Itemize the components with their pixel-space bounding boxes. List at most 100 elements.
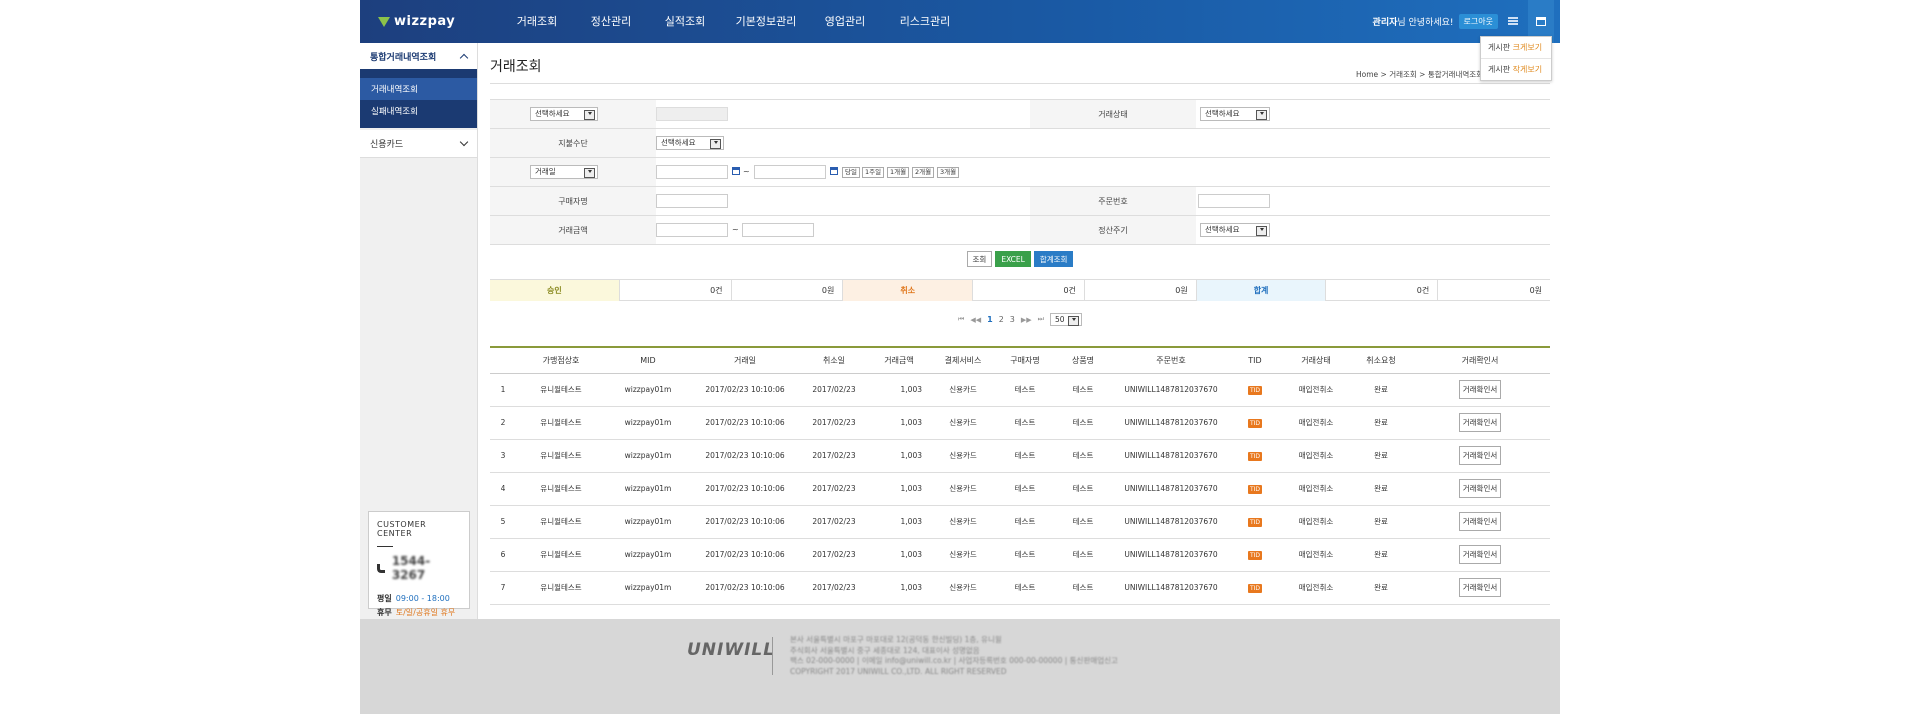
period-1week-button[interactable]: 1주일 [862,167,885,178]
cancel-count: 0건 [973,280,1085,301]
period-3month-button[interactable]: 3개월 [937,167,960,178]
settle-select[interactable]: 선택하세요 [1200,223,1270,237]
start-date-input[interactable] [656,165,728,179]
tid-badge[interactable]: TID [1247,484,1263,494]
prev-page-icon[interactable]: ◀◀ [970,316,981,324]
confirmation-button[interactable]: 거래확인서 [1458,446,1502,465]
sidebar-submenu: 거래내역조회 실패내역조회 [360,72,477,128]
cell-amount: 1,003 [868,439,930,473]
dropdown-item-large[interactable]: 게시판 크게보기 [1481,37,1551,59]
excel-button[interactable]: EXCEL [995,251,1031,267]
page-size-select[interactable]: 50 [1049,313,1082,326]
cell-order: UNIWILL1487812037670 [1112,505,1230,539]
calendar-icon[interactable] [732,167,740,175]
period-2month-button[interactable]: 2개월 [912,167,935,178]
date-type-select[interactable]: 거래일 [530,165,598,179]
tid-badge[interactable]: TID [1247,418,1263,428]
first-page-icon[interactable]: ⏮ [958,315,964,324]
cell-order: UNIWILL1487812037670 [1112,406,1230,440]
confirmation-button[interactable]: 거래확인서 [1458,578,1502,597]
column-header [490,348,516,374]
cell-doc: 거래확인서 [1410,571,1550,605]
period-1month-button[interactable]: 1개월 [887,167,910,178]
cell-service: 신용카드 [930,472,996,506]
amount-min-input[interactable] [656,223,728,237]
total-count: 0건 [1326,280,1439,301]
cell-no: 7 [490,571,516,605]
nav-sales[interactable]: 영업관리 [810,0,880,43]
cell-doc: 거래확인서 [1410,472,1550,506]
cell-cancel: 2017/02/23 [800,406,868,440]
nav-basic-info[interactable]: 기본정보관리 [722,0,810,43]
status-label: 거래상태 [1030,100,1196,128]
dropdown-item-small[interactable]: 게시판 작게보기 [1481,59,1551,80]
page-1[interactable]: 1 [987,315,993,324]
cell-status: 매입전취소 [1280,439,1352,473]
table-row[interactable]: 2 유니윌테스트 wizzpay01m 2017/02/23 10:10:06 2017… [490,406,1550,440]
customer-center: CUSTOMER CENTER 1544-3267 평일 09:00 - 18:0… [368,511,470,617]
table-row[interactable]: 7 유니윌테스트 wizzpay01m 2017/02/23 10:10:06 2017… [490,571,1550,605]
nav-risk[interactable]: 리스크관리 [880,0,970,43]
amount-label: 거래금액 [490,216,656,244]
tid-badge[interactable]: TID [1247,451,1263,461]
cell-service: 신용카드 [930,406,996,440]
cell-mid: wizzpay01m [606,571,690,605]
total-search-button[interactable]: 합계조회 [1033,251,1074,267]
sidebar-item-credit-card[interactable]: 신용카드 [360,130,477,158]
cell-tid: TID [1230,571,1280,605]
cell-req: 완료 [1352,406,1410,440]
buyer-input[interactable] [656,194,728,208]
payment-select[interactable]: 선택하세요 [656,136,724,150]
cell-amount: 1,003 [868,571,930,605]
cell-service: 신용카드 [930,538,996,572]
cell-amount: 1,003 [868,505,930,539]
buyer-label: 구매자명 [490,187,656,215]
nav-performance[interactable]: 실적조회 [648,0,722,43]
cell-cancel: 2017/02/23 [800,472,868,506]
calendar-icon[interactable] [830,167,838,175]
confirmation-button[interactable]: 거래확인서 [1458,512,1502,531]
end-date-input[interactable] [754,165,826,179]
confirmation-button[interactable]: 거래확인서 [1458,413,1502,432]
logout-button[interactable]: 로그아웃 [1458,14,1498,29]
cell-product: 테스트 [1054,472,1112,506]
confirmation-button[interactable]: 거래확인서 [1458,479,1502,498]
last-page-icon[interactable]: ⏭ [1038,315,1044,324]
search-button[interactable]: 조회 [966,251,993,267]
tid-badge[interactable]: TID [1247,550,1263,560]
cell-status: 매입전취소 [1280,571,1352,605]
next-page-icon[interactable]: ▶▶ [1021,316,1032,324]
table-row[interactable]: 1 유니윌테스트 wizzpay01m 2017/02/23 10:10:06 2017… [490,373,1550,407]
phone-icon [377,563,385,573]
tid-badge[interactable]: TID [1247,583,1263,593]
order-input[interactable] [1198,194,1270,208]
table-row[interactable]: 3 유니윌테스트 wizzpay01m 2017/02/23 10:10:06 2017… [490,439,1550,473]
page-3[interactable]: 3 [1010,315,1015,324]
status-select[interactable]: 선택하세요 [1200,107,1270,121]
tid-badge[interactable]: TID [1247,517,1263,527]
cell-service: 신용카드 [930,373,996,407]
period-today-button[interactable]: 당일 [842,167,860,178]
table-row[interactable]: 5 유니윌테스트 wizzpay01m 2017/02/23 10:10:06 2017… [490,505,1550,539]
filter-value-input[interactable] [656,107,728,121]
nav-transaction[interactable]: 거래조회 [500,0,574,43]
nav-settlement[interactable]: 정산관리 [574,0,648,43]
filter-type-select[interactable]: 선택하세요 [530,107,598,121]
column-header: 주문번호 [1112,348,1230,374]
page-frame: wizzpay 거래조회 정산관리 실적조회 기본정보관리 영업관리 리스크관리… [360,0,1560,714]
page-2[interactable]: 2 [999,315,1004,324]
list-view-icon[interactable] [1502,10,1524,32]
payment-label: 지불수단 [490,129,656,157]
tid-badge[interactable]: TID [1247,385,1263,395]
sidebar-section-header[interactable]: 통합거래내역조회 [360,43,477,72]
cell-date: 2017/02/23 10:10:06 [690,439,800,473]
sidebar-item-failures[interactable]: 실패내역조회 [360,100,477,122]
confirmation-button[interactable]: 거래확인서 [1458,545,1502,564]
table-row[interactable]: 6 유니윌테스트 wizzpay01m 2017/02/23 10:10:06 2017… [490,538,1550,572]
logo[interactable]: wizzpay [378,14,455,29]
confirmation-button[interactable]: 거래확인서 [1458,380,1502,399]
table-row[interactable]: 4 유니윌테스트 wizzpay01m 2017/02/23 10:10:06 2017… [490,472,1550,506]
amount-max-input[interactable] [742,223,814,237]
cell-status: 매입전취소 [1280,538,1352,572]
sidebar-item-transactions[interactable]: 거래내역조회 [360,78,477,100]
